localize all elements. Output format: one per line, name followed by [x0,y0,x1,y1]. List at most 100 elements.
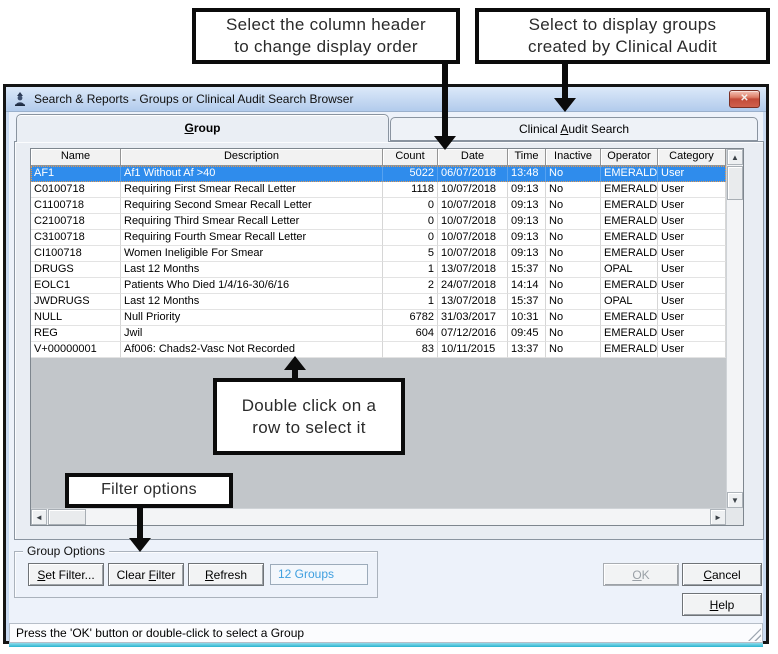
table-cell: No [546,342,601,358]
table-row[interactable]: CI100718Women Ineligible For Smear510/07… [31,246,726,262]
table-cell: User [658,198,726,214]
vertical-scroll-thumb[interactable] [727,166,743,200]
column-header-time[interactable]: Time [508,149,546,166]
table-row[interactable]: C3100718Requiring Fourth Smear Recall Le… [31,230,726,246]
table-cell: EMERALD [601,182,658,198]
table-cell: Patients Who Died 1/4/16-30/6/16 [121,278,383,294]
table-cell: User [658,294,726,310]
table-cell: EMERALD [601,326,658,342]
callout-arrow-line [137,506,143,540]
table-cell: 604 [383,326,438,342]
window-frame-bottom [9,643,763,647]
horizontal-scrollbar[interactable]: ◄ ► [31,508,726,525]
app-icon [12,91,28,107]
scroll-down-button[interactable]: ▼ [727,492,743,508]
table-row[interactable]: NULLNull Priority678231/03/201710:31NoEM… [31,310,726,326]
table-row[interactable]: DRUGSLast 12 Months113/07/201815:37NoOPA… [31,262,726,278]
table-cell: EMERALD [601,278,658,294]
table-cell: 10:31 [508,310,546,326]
ok-button[interactable]: OK [603,563,679,586]
table-cell: 06/07/2018 [438,166,508,182]
table-cell: 10/11/2015 [438,342,508,358]
table-cell: User [658,166,726,182]
table-cell: 0 [383,198,438,214]
table-cell: User [658,310,726,326]
resize-grip[interactable] [748,628,761,641]
table-cell: AF1 [31,166,121,182]
table-cell: 5022 [383,166,438,182]
column-header-name[interactable]: Name [31,149,121,166]
table-cell: DRUGS [31,262,121,278]
table-cell: Jwil [121,326,383,342]
table-row[interactable]: C0100718Requiring First Smear Recall Let… [31,182,726,198]
scroll-left-button[interactable]: ◄ [31,509,47,525]
table-cell: 10/07/2018 [438,182,508,198]
table-row[interactable]: EOLC1Patients Who Died 1/4/16-30/6/16224… [31,278,726,294]
table-cell: Women Ineligible For Smear [121,246,383,262]
button-label: Refresh [205,568,247,582]
table-cell: User [658,246,726,262]
table-cell: REG [31,326,121,342]
column-header-category[interactable]: Category [658,149,726,166]
dialog-window: Search & Reports - Groups or Clinical Au… [3,84,769,644]
horizontal-scroll-thumb[interactable] [48,509,86,525]
table-row[interactable]: REGJwil60407/12/201609:45NoEMERALDUser [31,326,726,342]
close-button[interactable]: ✕ [729,90,760,108]
cancel-button[interactable]: Cancel [682,563,762,586]
table-cell: EMERALD [601,166,658,182]
scroll-right-button[interactable]: ► [710,509,726,525]
table-row[interactable]: V+00000001Af006: Chads2-Vasc Not Recorde… [31,342,726,358]
callout-text: created by Clinical Audit [528,36,717,58]
column-header-date[interactable]: Date [438,149,508,166]
table-row[interactable]: C1100718Requiring Second Smear Recall Le… [31,198,726,214]
callout-clinical-audit: Select to display groups created by Clin… [475,8,770,64]
group-options-legend: Group Options [23,544,109,558]
callout-double-click: Double click on a row to select it [213,378,405,455]
table-cell: 10/07/2018 [438,246,508,262]
tab-group[interactable]: Group [16,114,389,142]
set-filter-button[interactable]: Set Filter... [28,563,104,586]
table-cell: User [658,230,726,246]
table-cell: EMERALD [601,230,658,246]
column-header-description[interactable]: Description [121,149,383,166]
scroll-left-icon: ◄ [35,513,43,522]
table-cell: 1 [383,294,438,310]
table-cell: 09:13 [508,246,546,262]
refresh-button[interactable]: Refresh [188,563,264,586]
table-cell: 31/03/2017 [438,310,508,326]
table-row[interactable]: JWDRUGSLast 12 Months113/07/201815:37NoO… [31,294,726,310]
table-cell: Requiring Second Smear Recall Letter [121,198,383,214]
table-cell: 5 [383,246,438,262]
callout-arrow-line [442,62,448,138]
table-cell: 10/07/2018 [438,214,508,230]
tab-label: Group [184,121,220,135]
column-header-inactive[interactable]: Inactive [546,149,601,166]
table-cell: 09:13 [508,182,546,198]
table-cell: 1 [383,262,438,278]
button-label: Cancel [703,568,740,582]
table-row[interactable]: AF1Af1 Without Af >40502206/07/201813:48… [31,166,726,182]
callout-filter-options: Filter options [65,473,233,508]
callout-text: Select the column header [226,14,426,36]
table-cell: 09:13 [508,198,546,214]
table-cell: Requiring Third Smear Recall Letter [121,214,383,230]
clear-filter-button[interactable]: Clear Filter [108,563,184,586]
column-header-operator[interactable]: Operator [601,149,658,166]
callout-text: Filter options [101,480,197,500]
table-cell: 0 [383,214,438,230]
table-cell: 15:37 [508,262,546,278]
table-cell: User [658,342,726,358]
table-cell: No [546,182,601,198]
table-cell: NULL [31,310,121,326]
list-rows: AF1Af1 Without Af >40502206/07/201813:48… [31,166,726,358]
callout-arrow-up-icon [284,356,306,370]
scroll-down-icon: ▼ [731,496,739,505]
table-cell: User [658,214,726,230]
table-cell: 1118 [383,182,438,198]
table-cell: C1100718 [31,198,121,214]
vertical-scrollbar[interactable]: ▲ ▼ [726,149,743,508]
scroll-up-button[interactable]: ▲ [727,149,743,165]
column-header-count[interactable]: Count [383,149,438,166]
table-row[interactable]: C2100718Requiring Third Smear Recall Let… [31,214,726,230]
help-button[interactable]: Help [682,593,762,616]
